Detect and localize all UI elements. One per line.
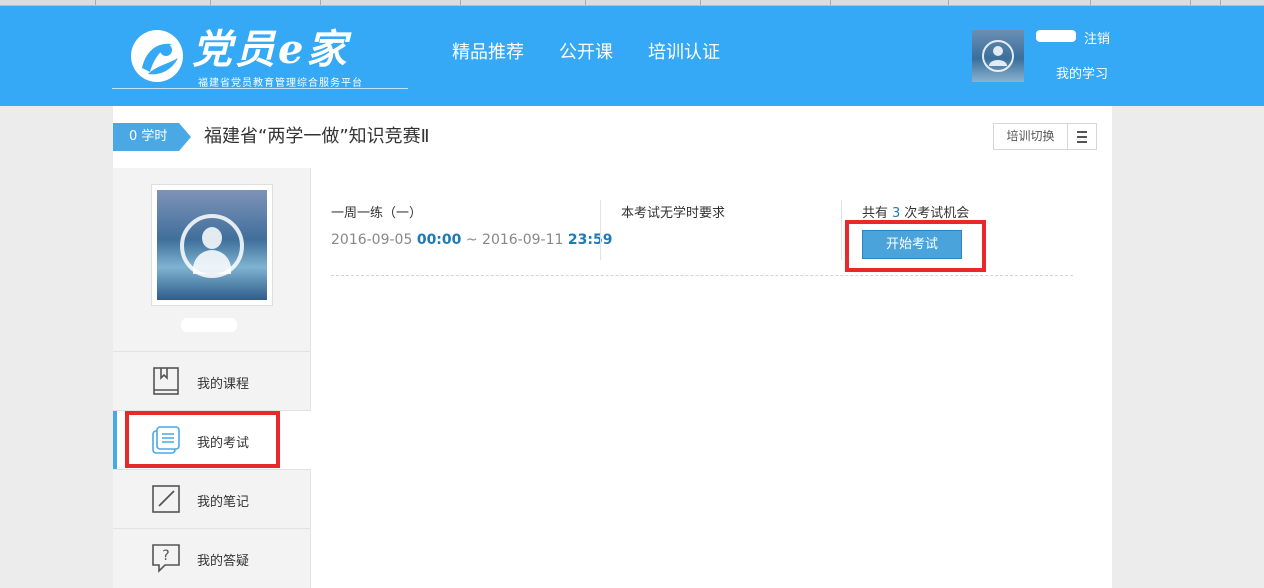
logo-divider [112, 88, 408, 89]
nav-item-certification[interactable]: 培训认证 [648, 42, 720, 64]
main-nav: 精品推荐 公开课 培训认证 [452, 42, 720, 64]
my-study-link[interactable]: 我的学习 [1056, 63, 1108, 82]
start-exam-button[interactable]: 开始考试 [862, 230, 962, 259]
question-icon: ? [152, 544, 180, 573]
exam-end-time: 23:59 [567, 232, 613, 248]
user-name-redacted [1036, 30, 1076, 42]
exam-period-separator: ~ [465, 232, 478, 248]
sidebar-item-my-courses[interactable]: 我的课程 [113, 351, 311, 410]
sidebar-item-label: 我的课程 [197, 377, 250, 392]
profile-avatar-icon [157, 190, 267, 300]
sidebar-item-my-exams[interactable]: 我的考试 [113, 410, 311, 469]
logo-mark-icon [131, 30, 183, 82]
sidebar-item-my-notes[interactable]: 我的笔记 [113, 469, 311, 528]
logout-link[interactable]: 注销 [1084, 28, 1110, 47]
sidebar: 我的课程 我的考试 我的笔记 ? 我的答疑 [113, 168, 311, 588]
user-avatar[interactable] [972, 30, 1024, 82]
sidebar-item-label: 我的考试 [197, 436, 250, 451]
exam-end-date: 2016-09-11 [482, 232, 564, 248]
exam-requirement: 本考试无学时要求 [621, 206, 726, 221]
sidebar-item-label: 我的答疑 [197, 554, 250, 569]
book-icon [153, 367, 179, 395]
page-title: 福建省“两学一做”知识竞赛Ⅱ [204, 126, 430, 147]
site-header: 党员e家 福建省党员教育管理综合服务平台 精品推荐 公开课 培训认证 [0, 6, 1264, 106]
exam-chances: 共有 3 次考试机会 [862, 202, 969, 221]
exam-list-icon [152, 426, 180, 454]
study-hours-badge: 0 学时 [113, 123, 191, 151]
column-divider [600, 200, 601, 260]
exam-chances-count: 3 [892, 206, 901, 221]
training-switch-group: 培训切换 [993, 123, 1097, 150]
note-edit-icon [152, 485, 180, 513]
exam-start-time: 00:00 [416, 232, 462, 248]
nav-item-recommended[interactable]: 精品推荐 [452, 42, 524, 64]
sidebar-item-label: 我的笔记 [197, 495, 250, 510]
row-divider [331, 275, 1073, 276]
list-view-button[interactable] [1068, 124, 1096, 149]
sidebar-item-my-questions[interactable]: ? 我的答疑 [113, 528, 311, 587]
exam-period: 2016-09-05 00:00 ~ 2016-09-11 23:59 [331, 232, 612, 248]
exam-chances-prefix: 共有 [862, 206, 889, 221]
nav-item-open-course[interactable]: 公开课 [559, 42, 613, 64]
sidebar-menu: 我的课程 我的考试 我的笔记 ? 我的答疑 [113, 351, 311, 587]
column-divider [841, 200, 842, 260]
logo-subtitle: 福建省党员教育管理综合服务平台 [198, 78, 363, 89]
exam-name: 一周一练（一） [331, 206, 423, 221]
user-avatar-icon [982, 40, 1014, 72]
profile-avatar [151, 184, 273, 306]
training-switch-button[interactable]: 培训切换 [994, 124, 1068, 149]
exam-chances-suffix: 次考试机会 [904, 206, 970, 221]
logo-title: 党员e家 [192, 26, 350, 73]
exam-start-date: 2016-09-05 [331, 232, 413, 248]
profile-name-redacted [181, 318, 237, 332]
svg-text:?: ? [162, 548, 169, 564]
